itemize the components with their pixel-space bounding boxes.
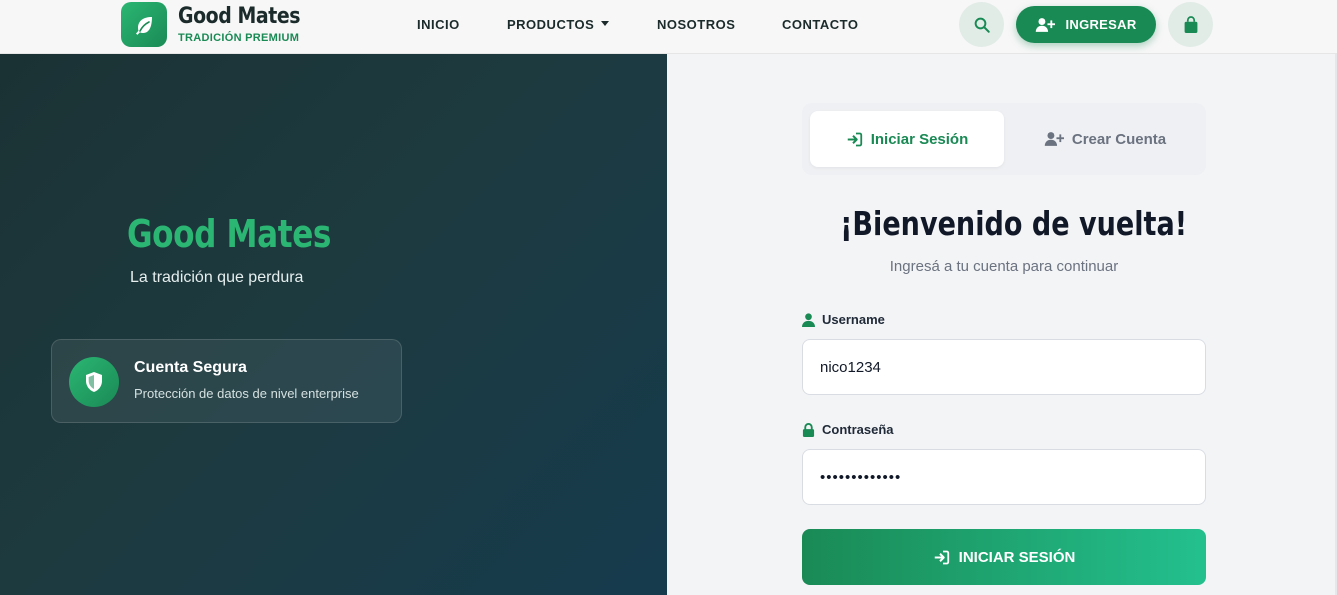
welcome-heading-text: ¡Bienvenido de vuelta! — [840, 204, 1188, 243]
password-input[interactable] — [802, 449, 1206, 505]
nav-link-inicio[interactable]: INICIO — [417, 17, 460, 32]
feature-icon-badge — [69, 357, 119, 407]
tab-register-label: Crear Cuenta — [1071, 130, 1167, 148]
user-plus-icon — [1044, 132, 1064, 146]
nav-link-productos-label: PRODUCTOS — [507, 17, 595, 32]
caret-down-icon — [601, 21, 610, 26]
tab-register[interactable]: Crear Cuenta — [1012, 111, 1198, 167]
leaf-icon — [136, 16, 152, 35]
nav-link-contacto[interactable]: CONTACTO — [782, 17, 858, 32]
feature-description: Protección de datos de nivel enterprise — [134, 386, 359, 401]
feature-card: Cuenta Segura Protección de datos de niv… — [51, 339, 402, 423]
search-button[interactable] — [959, 2, 1004, 47]
submit-login-button[interactable]: INICIAR SESIÓN — [802, 529, 1206, 585]
nav-link-productos[interactable]: PRODUCTOS — [507, 17, 610, 32]
submit-login-label: INICIAR SESIÓN — [958, 548, 1076, 566]
password-label: Contraseña — [802, 422, 894, 437]
auth-panel: Iniciar Sesión Crear Cuenta ¡Bienvenido … — [667, 54, 1337, 595]
login-button[interactable]: INGRESAR — [1016, 6, 1156, 43]
feature-title: Cuenta Segura — [134, 359, 247, 376]
sign-in-icon — [847, 132, 862, 146]
brand-tagline: TRADICIÓN PREMIUM — [178, 32, 300, 44]
username-label-text: Username — [822, 312, 885, 327]
auth-tabs: Iniciar Sesión Crear Cuenta — [802, 103, 1206, 175]
user-icon — [802, 312, 815, 327]
search-icon — [974, 17, 990, 33]
login-button-label: INGRESAR — [1065, 17, 1137, 32]
brand-name[interactable]: Good Mates — [178, 4, 301, 29]
tab-login-label: Iniciar Sesión — [870, 130, 969, 148]
shield-icon — [86, 372, 102, 392]
welcome-heading: ¡Bienvenido de vuelta! — [802, 204, 1206, 243]
shopping-bag-icon — [1184, 15, 1197, 33]
username-label: Username — [802, 312, 885, 327]
hero-panel: Good Mates La tradición que perdura Cuen… — [0, 54, 667, 595]
nav-link-nosotros[interactable]: NOSOTROS — [657, 17, 735, 32]
tab-login[interactable]: Iniciar Sesión — [810, 111, 1004, 167]
cart-button[interactable] — [1168, 2, 1213, 47]
welcome-subheading: Ingresá a tu cuenta para continuar — [889, 258, 1119, 275]
lock-icon — [802, 422, 815, 437]
username-input[interactable] — [802, 339, 1206, 395]
password-label-text: Contraseña — [822, 422, 894, 437]
sign-in-icon — [934, 550, 949, 564]
brand-logo[interactable] — [121, 2, 167, 47]
hero-title: Good Mates — [127, 212, 332, 256]
navbar: Good Mates TRADICIÓN PREMIUM INICIO PROD… — [0, 0, 1337, 54]
hero-subtitle: La tradición que perdura — [130, 269, 304, 286]
user-plus-icon — [1036, 17, 1056, 32]
